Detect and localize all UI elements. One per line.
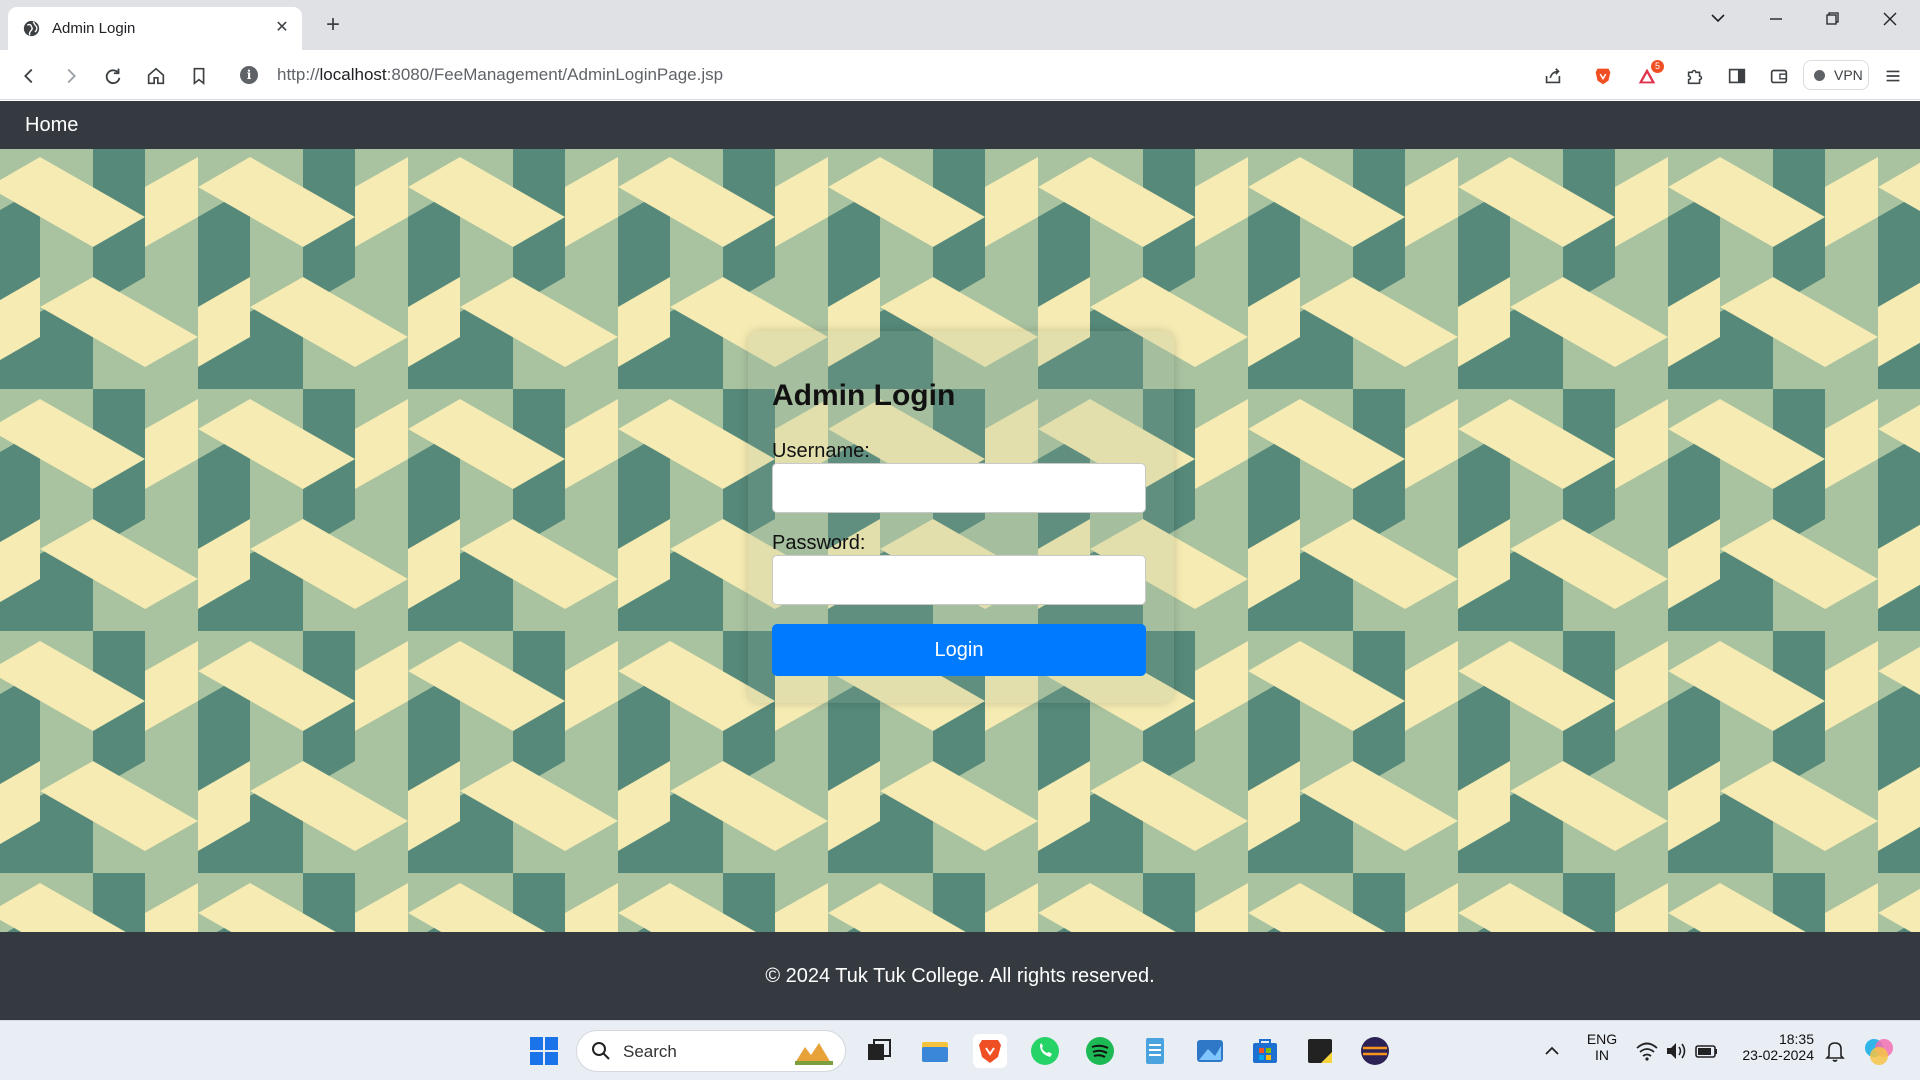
- share-button[interactable]: [1540, 63, 1566, 89]
- wallet-icon: [1770, 69, 1788, 84]
- windows-taskbar: Search ENG IN 18:35 23-02-2024: [0, 1020, 1920, 1080]
- language-code: ENG: [1586, 1031, 1618, 1047]
- wifi-icon[interactable]: [1634, 1034, 1660, 1068]
- login-card: Admin Login Username: Password: Login: [748, 331, 1174, 703]
- notepad-icon[interactable]: [1138, 1034, 1172, 1068]
- login-title: Admin Login: [772, 379, 956, 412]
- arrow-left-icon: [24, 68, 33, 84]
- back-button[interactable]: [16, 63, 42, 89]
- tab-title: Admin Login: [52, 20, 136, 37]
- reload-button[interactable]: [100, 63, 126, 89]
- minimize-icon[interactable]: [1760, 6, 1792, 32]
- url-path: :8080/FeeManagement/AdminLoginPage.jsp: [386, 65, 724, 84]
- username-input[interactable]: [772, 463, 1146, 513]
- brave-lion-icon: [1595, 68, 1611, 85]
- sticky-notes-icon[interactable]: [1303, 1034, 1337, 1068]
- brave-browser-icon[interactable]: [973, 1034, 1007, 1068]
- site-footer: © 2024 Tuk Tuk College. All rights reser…: [0, 932, 1920, 1020]
- hamburger-menu-icon: [1886, 70, 1900, 82]
- sidebar-button[interactable]: [1724, 63, 1750, 89]
- task-view-icon[interactable]: [862, 1034, 896, 1068]
- url-scheme: http://: [277, 65, 320, 84]
- browser-tab-strip: Admin Login ✕ +: [0, 0, 1920, 50]
- microsoft-store-icon[interactable]: [1248, 1034, 1282, 1068]
- nav-home-link[interactable]: Home: [25, 114, 78, 137]
- whatsapp-icon[interactable]: [1028, 1034, 1062, 1068]
- region-code: IN: [1595, 1047, 1609, 1063]
- home-icon: [147, 67, 165, 85]
- browser-tab[interactable]: Admin Login ✕: [8, 7, 302, 50]
- url-host: localhost: [319, 65, 387, 84]
- login-button[interactable]: Login: [772, 624, 1146, 676]
- vpn-button[interactable]: VPN: [1803, 60, 1869, 90]
- vpn-status-icon: [1814, 70, 1825, 81]
- site-info-icon[interactable]: i: [240, 66, 258, 84]
- windows-start-icon[interactable]: [527, 1034, 561, 1068]
- language-indicator[interactable]: ENG IN: [1580, 1031, 1624, 1063]
- home-button[interactable]: [143, 63, 169, 89]
- new-tab-button[interactable]: +: [320, 12, 346, 38]
- tab-search-chevron-icon[interactable]: [1702, 6, 1734, 32]
- extensions-button[interactable]: [1682, 63, 1708, 89]
- vpn-label: VPN: [1834, 67, 1863, 83]
- sidebar-icon: [1728, 68, 1746, 84]
- photos-icon[interactable]: [1193, 1034, 1227, 1068]
- search-icon: [592, 1042, 610, 1060]
- clock-date: 23-02-2024: [1742, 1047, 1814, 1063]
- puzzle-icon: [1687, 69, 1703, 85]
- bookmark-button[interactable]: [186, 63, 212, 89]
- clock-time: 18:35: [1778, 1031, 1814, 1047]
- close-tab-icon[interactable]: ✕: [272, 18, 292, 38]
- volume-icon[interactable]: [1663, 1034, 1689, 1068]
- username-label: Username:: [772, 440, 870, 462]
- close-window-icon[interactable]: [1874, 6, 1906, 32]
- browser-toolbar: i http://localhost:8080/FeeManagement/Ad…: [0, 50, 1920, 100]
- login-background: Admin Login Username: Password: Login: [0, 149, 1920, 932]
- restore-icon[interactable]: [1816, 6, 1848, 32]
- reload-icon: [105, 68, 121, 85]
- bookmark-icon: [193, 67, 205, 86]
- site-navbar: Home: [0, 101, 1920, 149]
- arrow-right-icon: [67, 68, 76, 84]
- globe-icon: [23, 20, 40, 37]
- copilot-icon[interactable]: [1862, 1034, 1896, 1068]
- password-input[interactable]: [772, 555, 1146, 605]
- menu-button[interactable]: [1880, 63, 1906, 89]
- search-highlight-icon: [795, 1043, 833, 1065]
- brave-shields-button[interactable]: [1590, 63, 1616, 89]
- forward-button[interactable]: [58, 63, 84, 89]
- share-icon: [1545, 68, 1561, 84]
- address-bar[interactable]: http://localhost:8080/FeeManagement/Admi…: [277, 65, 723, 85]
- battery-icon[interactable]: [1694, 1034, 1720, 1068]
- search-placeholder: Search: [623, 1042, 677, 1061]
- file-explorer-icon[interactable]: [918, 1034, 952, 1068]
- eclipse-ide-icon[interactable]: [1358, 1034, 1392, 1068]
- wallet-button[interactable]: [1766, 63, 1792, 89]
- password-label: Password:: [772, 532, 866, 554]
- show-hidden-icons-chevron[interactable]: [1539, 1034, 1565, 1068]
- rewards-badge: 5: [1651, 60, 1664, 73]
- clock[interactable]: 18:35 23-02-2024: [1726, 1031, 1814, 1063]
- taskbar-search[interactable]: Search: [576, 1030, 846, 1072]
- spotify-icon[interactable]: [1083, 1034, 1117, 1068]
- footer-copyright: © 2024 Tuk Tuk College. All rights reser…: [765, 965, 1155, 987]
- notification-bell-icon[interactable]: [1822, 1034, 1848, 1068]
